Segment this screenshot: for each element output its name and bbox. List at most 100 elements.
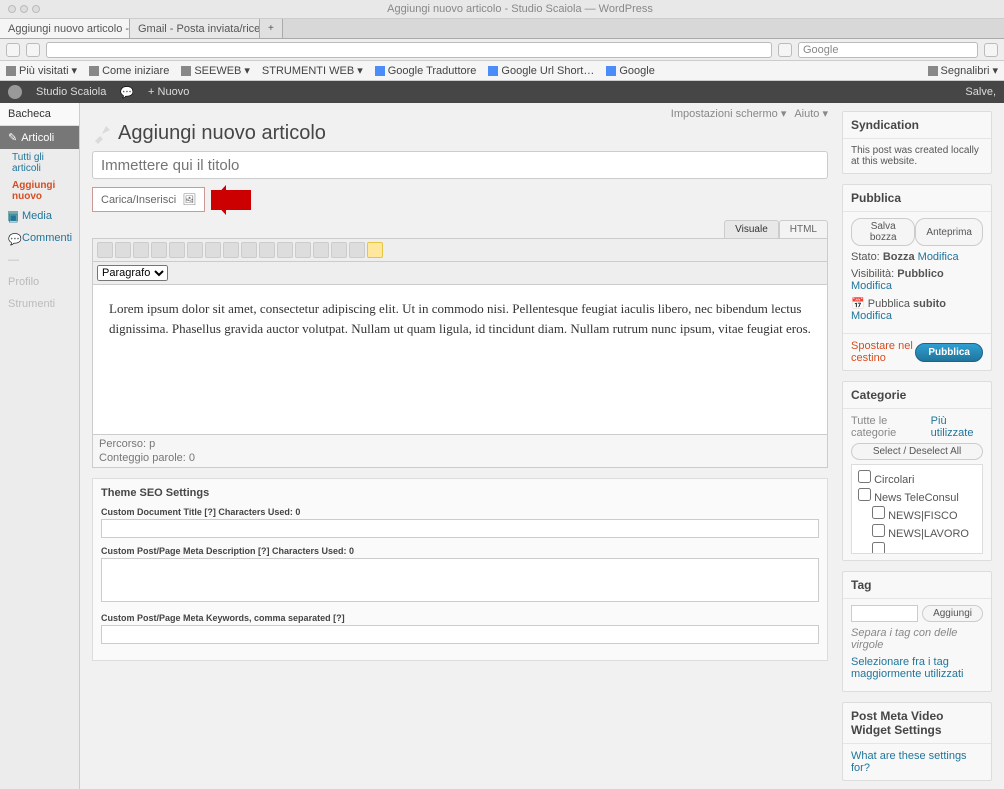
cat-item[interactable]: Circolari — [858, 469, 976, 487]
reload-button[interactable] — [778, 43, 792, 57]
bookmark-item[interactable]: Più visitati▾ — [6, 64, 77, 77]
arrow-annotation — [211, 190, 251, 210]
editor-toolbar-2: Paragrafo — [92, 262, 828, 285]
bookmark-item[interactable]: STRUMENTI WEB▾ — [262, 64, 363, 77]
categories-list: Circolari News TeleConsul NEWS|FISCO NEW… — [851, 464, 983, 554]
greeting[interactable]: Salve, — [965, 86, 996, 98]
forward-button[interactable] — [26, 43, 40, 57]
trash-link[interactable]: Spostare nel cestino — [851, 340, 915, 364]
post-editor[interactable]: Lorem ipsum dolor sit amet, consectetur … — [92, 285, 828, 435]
new-tab-button[interactable]: + — [260, 19, 283, 38]
bookmark-item[interactable]: Come iniziare — [89, 65, 169, 77]
page-title: Aggiungi nuovo articolo — [118, 122, 326, 145]
edit-schedule[interactable]: Modifica — [851, 310, 892, 322]
format-select[interactable]: Paragrafo — [97, 265, 168, 281]
comments-icon[interactable]: 💬 — [120, 86, 134, 99]
edit-visibility[interactable]: Modifica — [851, 280, 892, 292]
url-bar[interactable] — [46, 42, 772, 58]
cat-item[interactable]: NEWS|LAVORO — [858, 523, 976, 541]
pmv-help-link[interactable]: What are these settings for? — [851, 750, 967, 774]
back-button[interactable] — [6, 43, 20, 57]
categories-title: Categorie — [843, 382, 991, 409]
link-button[interactable] — [259, 242, 275, 258]
align-center-button[interactable] — [223, 242, 239, 258]
spell-button[interactable] — [313, 242, 329, 258]
seo-doc-title-input[interactable] — [101, 519, 819, 538]
quote-button[interactable] — [187, 242, 203, 258]
categories-panel: Categorie Tutte le categorie Più utilizza… — [842, 381, 992, 561]
plugin-button[interactable] — [367, 242, 383, 258]
upload-insert[interactable]: Carica/Inserisci 🖼 — [92, 187, 205, 212]
screen-options[interactable]: Impostazioni schermo ▾ — [671, 107, 787, 120]
browser-navbar: Google — [0, 39, 1004, 61]
browser-tab-1[interactable]: Aggiungi nuovo articolo - Studi…× — [0, 19, 130, 38]
select-all-button[interactable]: Select / Deselect All — [851, 443, 983, 460]
cat-item[interactable]: News TeleConsul — [858, 487, 976, 505]
sidebar-dashboard[interactable]: Bacheca — [0, 103, 79, 126]
seo-doc-title-label: Custom Document Title [?] Characters Use… — [101, 507, 819, 517]
tag-input[interactable] — [851, 605, 918, 622]
align-right-button[interactable] — [241, 242, 257, 258]
add-tag-button[interactable]: Aggiungi — [922, 605, 983, 622]
sidebar-comments[interactable]: 💬Commenti — [0, 227, 79, 249]
save-draft-button[interactable]: Salva bozza — [851, 218, 915, 246]
kitchen-sink-button[interactable] — [349, 242, 365, 258]
media-icon[interactable]: 🖼 — [182, 193, 196, 206]
site-name[interactable]: Studio Scaiola — [36, 86, 106, 98]
popular-tags-link[interactable]: Selezionare fra i tag maggiormente utili… — [851, 656, 964, 680]
wp-adminbar: Studio Scaiola 💬 + Nuovo Salve, — [0, 81, 1004, 103]
browser-tabs: Aggiungi nuovo articolo - Studi…× Gmail … — [0, 19, 1004, 39]
bookmark-item[interactable]: Google Url Short… — [488, 65, 594, 77]
edit-status[interactable]: Modifica — [918, 251, 959, 263]
more-button[interactable] — [295, 242, 311, 258]
cat-item[interactable]: NEWS|MEDIAZIONE — [858, 541, 976, 554]
ol-button[interactable] — [169, 242, 185, 258]
new-content[interactable]: + Nuovo — [148, 86, 189, 98]
bookmark-item[interactable]: SEEWEB▾ — [181, 64, 250, 77]
preview-button[interactable]: Anteprima — [915, 218, 983, 246]
seo-meta-kw-label: Custom Post/Page Meta Keywords, comma se… — [101, 613, 819, 623]
editor-path: Percorso: p — [99, 438, 821, 450]
cat-tab-all[interactable]: Tutte le categorie — [851, 415, 923, 439]
wp-logo-icon[interactable] — [8, 85, 22, 99]
align-left-button[interactable] — [205, 242, 221, 258]
tab-visual[interactable]: Visuale — [724, 220, 779, 238]
syndication-panel: Syndication This post was created locall… — [842, 111, 992, 174]
syndication-title: Syndication — [843, 112, 991, 139]
bold-button[interactable] — [97, 242, 113, 258]
window-title: Aggiungi nuovo articolo - Studio Scaiola… — [44, 3, 996, 15]
bookmark-item[interactable]: Google — [606, 65, 654, 77]
browser-tab-2[interactable]: Gmail - Posta inviata/ricevuta× — [130, 19, 260, 38]
ul-button[interactable] — [151, 242, 167, 258]
fullscreen-button[interactable] — [331, 242, 347, 258]
sidebar-item[interactable]: — — [0, 249, 79, 271]
seo-meta-desc-input[interactable] — [101, 558, 819, 602]
home-button[interactable] — [984, 43, 998, 57]
syndication-text: This post was created locally at this we… — [843, 139, 991, 173]
sidebar-posts[interactable]: ✎ Articoli — [0, 126, 79, 149]
cat-item[interactable]: NEWS|FISCO — [858, 505, 976, 523]
publish-button[interactable]: Pubblica — [915, 343, 983, 362]
unlink-button[interactable] — [277, 242, 293, 258]
italic-button[interactable] — [115, 242, 131, 258]
sidebar-tools[interactable]: Strumenti — [0, 293, 79, 315]
help-tab[interactable]: Aiuto ▾ — [794, 107, 828, 120]
editor-toolbar-1 — [92, 238, 828, 262]
tags-title: Tag — [843, 572, 991, 599]
search-box[interactable]: Google — [798, 42, 978, 58]
tab-html[interactable]: HTML — [779, 220, 828, 238]
seo-meta-kw-input[interactable] — [101, 625, 819, 644]
word-count: Conteggio parole: 0 — [99, 452, 821, 464]
sidebar-all-posts[interactable]: Tutti gli articoli — [0, 149, 79, 177]
sidebar-profile[interactable]: Profilo — [0, 271, 79, 293]
strike-button[interactable] — [133, 242, 149, 258]
bookmark-item[interactable]: Google Traduttore — [375, 65, 477, 77]
cat-tab-popular[interactable]: Più utilizzate — [931, 415, 983, 439]
post-title-input[interactable] — [92, 151, 828, 179]
tags-panel: Tag Aggiungi Separa i tag con delle virg… — [842, 571, 992, 692]
sidebar-media[interactable]: ▣Media — [0, 205, 79, 227]
bookmarks-bar: Più visitati▾ Come iniziare SEEWEB▾ STRU… — [0, 61, 1004, 81]
sidebar-add-new[interactable]: Aggiungi nuovo — [0, 177, 79, 205]
bookmarks-menu[interactable]: Segnalibri▾ — [928, 64, 998, 77]
tag-hint: Separa i tag con delle virgole — [851, 627, 983, 651]
